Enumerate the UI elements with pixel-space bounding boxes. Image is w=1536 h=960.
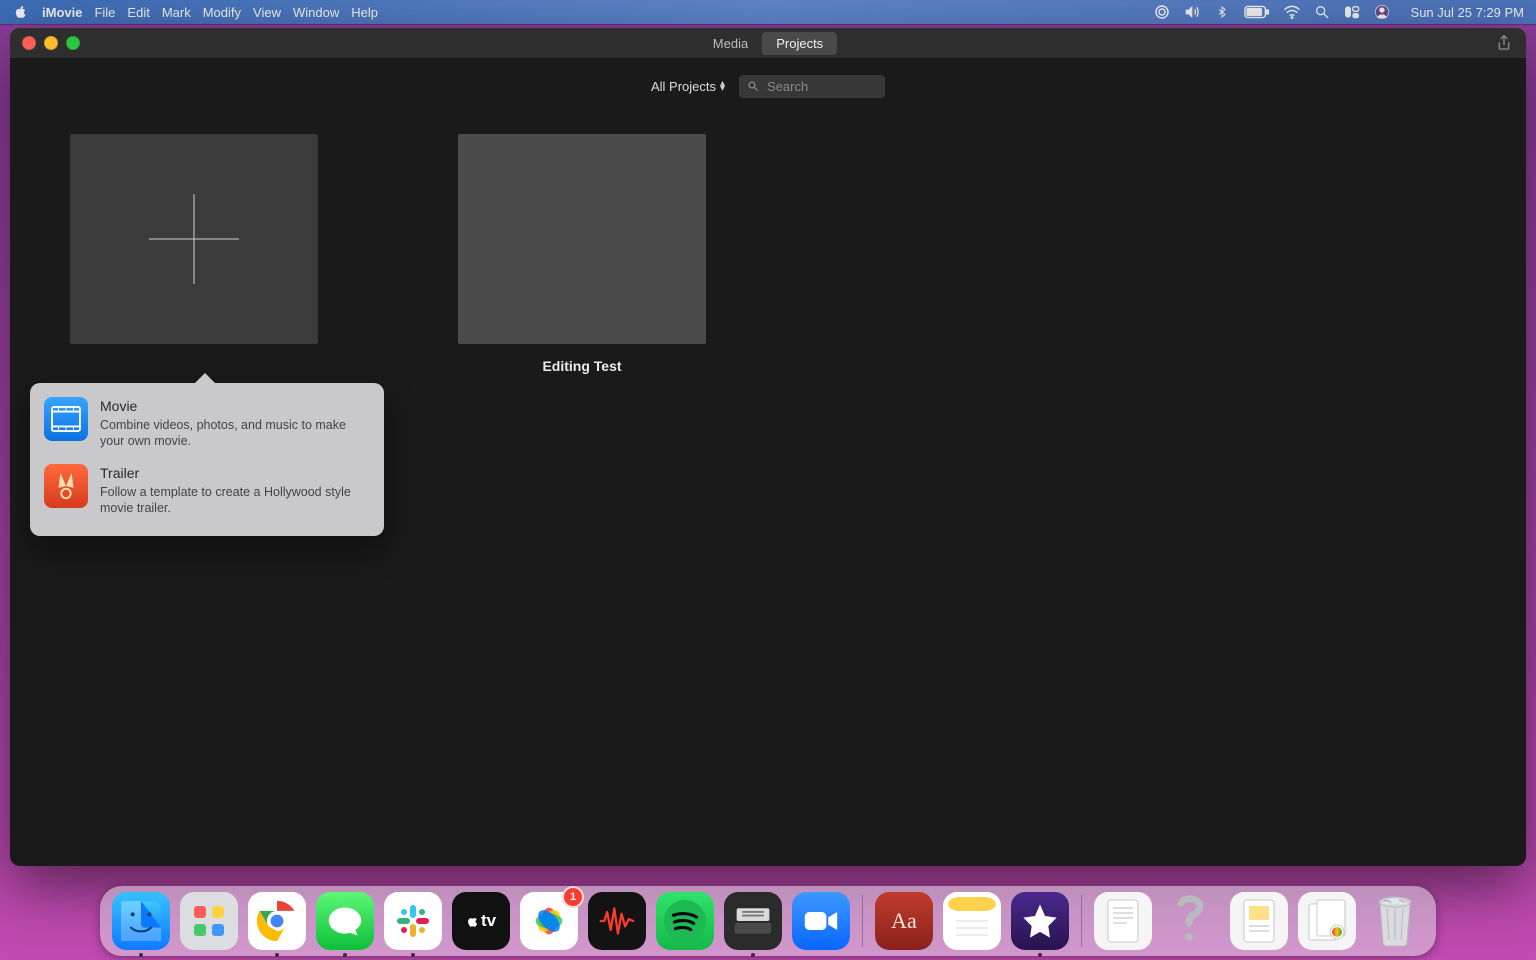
dock-finder[interactable]	[112, 892, 170, 950]
share-icon[interactable]	[1496, 34, 1512, 57]
dock-slack[interactable]	[384, 892, 442, 950]
menu-help[interactable]: Help	[351, 5, 378, 20]
popover-movie-desc: Combine videos, photos, and music to mak…	[100, 417, 370, 450]
new-project-thumbnail[interactable]	[70, 134, 318, 344]
chevron-updown-icon: ▴▾	[720, 81, 725, 91]
volume-icon[interactable]	[1183, 3, 1201, 21]
title-tabs: Media Projects	[699, 32, 837, 55]
new-project-tile[interactable]	[70, 134, 318, 344]
dock-trash[interactable]	[1366, 892, 1424, 950]
dock-photos-badge: 1	[562, 886, 584, 908]
projects-grid: Editing Test	[10, 114, 1526, 394]
dock-chrome[interactable]	[248, 892, 306, 950]
dock-notes[interactable]	[943, 892, 1001, 950]
dock-messages[interactable]	[316, 892, 374, 950]
dock-imovie[interactable]	[1011, 892, 1069, 950]
plus-icon	[149, 194, 239, 284]
project-title: Editing Test	[542, 358, 621, 374]
menu-app-name[interactable]: iMovie	[42, 5, 82, 20]
project-filter-dropdown[interactable]: All Projects ▴▾	[651, 79, 725, 94]
tab-media[interactable]: Media	[699, 32, 762, 55]
dock-doc-1[interactable]	[1094, 892, 1152, 950]
imovie-window: Media Projects All Projects ▴▾ Editing T…	[10, 28, 1526, 866]
movie-icon	[44, 397, 88, 441]
dock-separator	[862, 895, 863, 947]
dock-voice-memos[interactable]	[588, 892, 646, 950]
popover-trailer-option[interactable]: Trailer Follow a template to create a Ho…	[42, 458, 372, 525]
close-window-button[interactable]	[22, 36, 36, 50]
project-thumbnail[interactable]	[458, 134, 706, 344]
search-field[interactable]	[739, 75, 885, 98]
window-titlebar: Media Projects	[10, 28, 1526, 58]
popover-trailer-desc: Follow a template to create a Hollywood …	[100, 484, 370, 517]
dock: tv 1 Aa	[100, 886, 1436, 956]
wifi-icon[interactable]	[1283, 3, 1301, 21]
minimize-window-button[interactable]	[44, 36, 58, 50]
bluetooth-icon[interactable]	[1213, 3, 1231, 21]
project-tile[interactable]: Editing Test	[458, 134, 706, 374]
menu-view[interactable]: View	[253, 5, 281, 20]
search-icon	[747, 80, 759, 92]
dock-launchpad[interactable]	[180, 892, 238, 950]
dock-image-capture[interactable]	[724, 892, 782, 950]
project-filter-label: All Projects	[651, 79, 716, 94]
user-menu-icon[interactable]	[1373, 3, 1391, 21]
dock-photos[interactable]: 1	[520, 892, 578, 950]
new-project-popover: Movie Combine videos, photos, and music …	[30, 383, 384, 536]
control-center-icon[interactable]	[1343, 3, 1361, 21]
popover-movie-option[interactable]: Movie Combine videos, photos, and music …	[42, 393, 372, 458]
menubar-clock[interactable]: Sun Jul 25 7:29 PM	[1411, 5, 1524, 20]
projects-toolbar: All Projects ▴▾	[10, 58, 1526, 114]
menu-file[interactable]: File	[94, 5, 115, 20]
search-input[interactable]	[765, 78, 869, 95]
menu-window[interactable]: Window	[293, 5, 339, 20]
apple-logo-icon[interactable]	[12, 3, 30, 21]
dock-dictionary[interactable]: Aa	[875, 892, 933, 950]
dock-help-icon[interactable]	[1162, 892, 1220, 950]
creative-cloud-icon[interactable]	[1153, 3, 1171, 21]
dock-doc-2[interactable]	[1230, 892, 1288, 950]
trailer-icon	[44, 464, 88, 508]
popover-movie-title: Movie	[100, 397, 370, 415]
tab-projects[interactable]: Projects	[762, 32, 837, 55]
macos-menu-bar: iMovie File Edit Mark Modify View Window…	[0, 0, 1536, 24]
spotlight-icon[interactable]	[1313, 3, 1331, 21]
popover-trailer-title: Trailer	[100, 464, 370, 482]
menu-modify[interactable]: Modify	[203, 5, 241, 20]
dock-zoom[interactable]	[792, 892, 850, 950]
dock-spotify[interactable]	[656, 892, 714, 950]
menu-mark[interactable]: Mark	[162, 5, 191, 20]
dock-doc-3[interactable]	[1298, 892, 1356, 950]
dock-appletv[interactable]: tv	[452, 892, 510, 950]
dock-separator-2	[1081, 895, 1082, 947]
menu-edit[interactable]: Edit	[127, 5, 149, 20]
battery-icon[interactable]	[1243, 3, 1271, 21]
fullscreen-window-button[interactable]	[66, 36, 80, 50]
